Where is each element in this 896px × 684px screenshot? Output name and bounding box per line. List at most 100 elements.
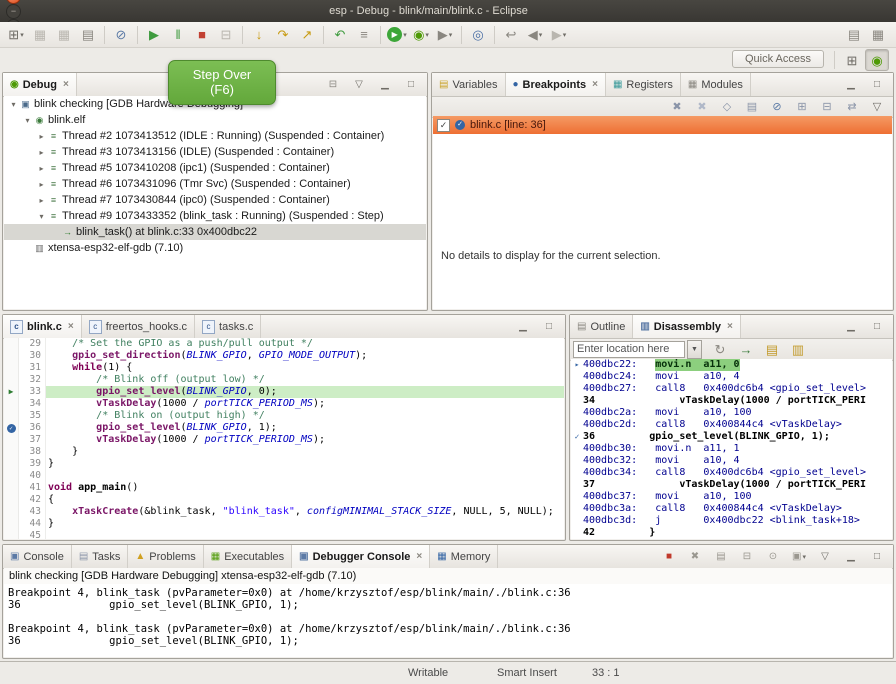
code-line[interactable]: ✓36 gpio_set_level(BLINK_GPIO, 1); <box>4 422 564 434</box>
code-line[interactable]: 39} <box>4 458 564 470</box>
open-perspective-button[interactable]: ⊞ <box>841 50 863 70</box>
expand-icon[interactable]: ▸ <box>36 148 47 157</box>
search-button[interactable]: ◎ <box>467 25 489 45</box>
tab-problems[interactable]: ▲Problems <box>128 545 203 568</box>
show-opcodes-button[interactable]: ▤ <box>761 340 783 360</box>
fast-view-button[interactable]: ▤ <box>843 25 865 45</box>
pin-console-button[interactable]: ⊙ <box>762 547 784 567</box>
debug-button[interactable]: ◉▾ <box>410 25 432 45</box>
tree-item[interactable]: ▸≡Thread #6 1073431096 (Tmr Svc) (Suspen… <box>4 176 426 192</box>
minimize-view-button[interactable]: ▁ <box>840 547 862 567</box>
forward-button[interactable]: ▶▾ <box>548 25 570 45</box>
view-menu-button[interactable]: ▽ <box>814 547 836 567</box>
scroll-lock-button[interactable]: ⊟ <box>736 547 758 567</box>
expand-icon[interactable]: ▸ <box>36 180 47 189</box>
remove-all-breakpoints-button[interactable]: ✖ <box>691 97 713 117</box>
tab-outline[interactable]: ▤Outline <box>570 315 633 338</box>
code-line[interactable]: 38 } <box>4 446 564 458</box>
tab-tasks[interactable]: ▤Tasks <box>72 545 129 568</box>
code-line[interactable]: 42{ <box>4 494 564 506</box>
close-button[interactable]: × <box>6 0 21 4</box>
tab-variables[interactable]: ▤Variables <box>432 73 506 96</box>
skip-all-breakpoints-button[interactable]: ⊘ <box>766 97 788 117</box>
code-line[interactable]: 44} <box>4 518 564 530</box>
save-all-button[interactable]: ▦ <box>53 25 75 45</box>
close-icon[interactable]: × <box>727 321 733 332</box>
tab-executables[interactable]: ▦Executables <box>204 545 292 568</box>
location-input[interactable]: Enter location here <box>573 341 685 358</box>
expand-icon[interactable]: ▸ <box>36 196 47 205</box>
step-return-button[interactable]: ↗ <box>296 25 318 45</box>
code-line[interactable]: 32 /* Blink off (output low) */ <box>4 374 564 386</box>
refresh-view-button[interactable]: ↻ <box>709 340 731 360</box>
close-icon[interactable]: × <box>68 321 74 332</box>
disassembly-row[interactable]: ✓36 gpio_set_level(BLINK_GPIO, 1); <box>571 431 892 443</box>
maximize-view-button[interactable]: □ <box>538 317 560 337</box>
external-tools-button[interactable]: ▶▾ <box>434 25 456 45</box>
breakpoint-marker[interactable]: ✓ <box>4 422 19 434</box>
tab-debugger-console[interactable]: ▣Debugger Console× <box>292 545 430 568</box>
tab-debug[interactable]: ◉ Debug × <box>3 73 77 96</box>
clear-console-button[interactable]: ▤ <box>710 547 732 567</box>
code-line[interactable]: 45 <box>4 530 564 539</box>
disconnect-button[interactable]: ⊟ <box>215 25 237 45</box>
last-edit-location-button[interactable]: ↩ <box>500 25 522 45</box>
code-line[interactable]: 43 xTaskCreate(&blink_task, "blink_task"… <box>4 506 564 518</box>
tree-item[interactable]: ▸≡Thread #3 1073413156 (IDLE) (Suspended… <box>4 144 426 160</box>
code-editor[interactable]: 29 /* Set the GPIO as a push/pull output… <box>4 338 564 539</box>
trim-stack-button[interactable]: ▦ <box>867 25 889 45</box>
collapse-icon[interactable]: ▾ <box>22 116 33 125</box>
close-icon[interactable]: × <box>592 79 598 90</box>
tab-registers[interactable]: ▦Registers <box>606 73 681 96</box>
tree-item[interactable]: ▸≡Thread #2 1073413512 (IDLE : Running) … <box>4 128 426 144</box>
tree-item[interactable]: ▾◉blink.elf <box>4 112 426 128</box>
expand-icon[interactable]: ▸ <box>36 164 47 173</box>
code-line[interactable]: 40 <box>4 470 564 482</box>
expand-icon[interactable]: ▸ <box>36 132 47 141</box>
terminate-button[interactable]: ■ <box>191 25 213 45</box>
save-button[interactable]: ▦ <box>29 25 51 45</box>
breakpoint-row[interactable]: ✓ ✓ blink.c [line: 36] <box>433 116 892 134</box>
link-with-debug-button[interactable]: ⇄ <box>841 97 863 117</box>
disassembly-row[interactable]: 400dbc37: movi a10, 100 <box>571 491 892 503</box>
disassembly-row[interactable]: 400dbc3d: j 0x400dbc22 <blink_task+18> <box>571 515 892 527</box>
disassembly-listing[interactable]: ▸400dbc22: movi.n a11, 0400dbc24: movi a… <box>571 359 892 539</box>
tab-tasks-c[interactable]: ctasks.c <box>195 315 261 338</box>
instruction-stepping-button[interactable]: ≡ <box>353 25 375 45</box>
disassembly-row[interactable]: 400dbc27: call8 0x400dc6b4 <gpio_set_lev… <box>571 383 892 395</box>
collapse-all-button[interactable]: ⊟ <box>816 97 838 117</box>
tree-item[interactable]: ▸≡Thread #7 1073430844 (ipc0) (Suspended… <box>4 192 426 208</box>
close-icon[interactable]: × <box>63 79 69 90</box>
disassembly-row[interactable]: 34 vTaskDelay(1000 / portTICK_PERI <box>571 395 892 407</box>
resume-button[interactable]: ▶ <box>143 25 165 45</box>
maximize-view-button[interactable]: □ <box>866 547 888 567</box>
tree-item[interactable]: ▸≡Thread #5 1073410208 (ipc1) (Suspended… <box>4 160 426 176</box>
code-line[interactable]: ▶33 gpio_set_level(BLINK_GPIO, 0); <box>4 386 564 398</box>
back-button[interactable]: ◀▾ <box>524 25 546 45</box>
disassembly-row[interactable]: ▸400dbc22: movi.n a11, 0 <box>571 359 892 371</box>
disassembly-row[interactable]: 42 } <box>571 527 892 539</box>
remove-breakpoint-button[interactable]: ✖ <box>666 97 688 117</box>
console-output[interactable]: Breakpoint 4, blink_task (pvParameter=0x… <box>4 584 892 657</box>
drop-to-frame-button[interactable]: ↶ <box>329 25 351 45</box>
minimize-view-button[interactable]: ▁ <box>840 75 862 95</box>
display-console-button[interactable]: ▣▾ <box>788 547 810 567</box>
disassembly-row[interactable]: 400dbc34: call8 0x400dc6b4 <gpio_set_lev… <box>571 467 892 479</box>
code-line[interactable]: 37 vTaskDelay(1000 / portTICK_PERIOD_MS)… <box>4 434 564 446</box>
location-dropdown-icon[interactable]: ▼ <box>687 340 702 359</box>
code-line[interactable]: 29 /* Set the GPIO as a push/pull output… <box>4 338 564 350</box>
collapse-all-button[interactable]: ⊟ <box>322 75 344 95</box>
run-button[interactable]: ▶▾ <box>386 25 408 45</box>
collapse-icon[interactable]: ▾ <box>8 100 19 109</box>
show-source-button[interactable]: ▥ <box>787 340 809 360</box>
disassembly-row[interactable]: 400dbc24: movi a10, 4 <box>571 371 892 383</box>
code-line[interactable]: 41void app_main() <box>4 482 564 494</box>
show-breakpoints-for-selection-button[interactable]: ◇ <box>716 97 738 117</box>
tab-disassembly[interactable]: ▥Disassembly× <box>633 315 741 338</box>
go-to-file-button[interactable]: ▤ <box>741 97 763 117</box>
code-line[interactable]: 35 /* Blink on (output high) */ <box>4 410 564 422</box>
tab-modules[interactable]: ▦Modules <box>681 73 751 96</box>
minimize-view-button[interactable]: ▁ <box>374 75 396 95</box>
disassembly-row[interactable]: 400dbc30: movi.n a11, 1 <box>571 443 892 455</box>
tab-blink-c[interactable]: cblink.c× <box>3 315 82 338</box>
